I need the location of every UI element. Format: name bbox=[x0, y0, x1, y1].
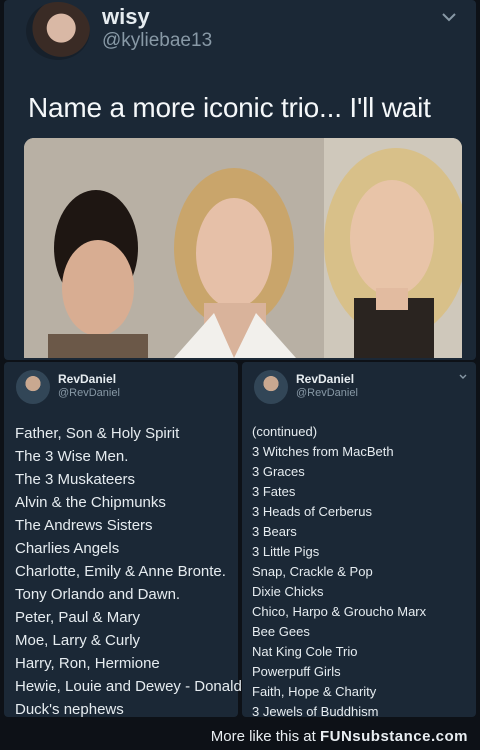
list-item: Bee Gees bbox=[252, 624, 310, 639]
watermark-brand: FUNsubstance.com bbox=[319, 728, 468, 745]
list-item: Alvin & the Chipmunks bbox=[15, 494, 166, 511]
reply-card-right: RevDaniel @RevDaniel (continued) 3 Witch… bbox=[242, 362, 476, 719]
list-item: Peter, Paul & Mary bbox=[15, 609, 141, 626]
list-item: Powerpuff Girls bbox=[252, 664, 341, 679]
chevron-down-icon[interactable] bbox=[458, 372, 468, 385]
tweet-text: Name a more iconic trio... I'll wait bbox=[28, 92, 431, 123]
list-item: Harry, Ron, Hermione bbox=[15, 655, 160, 672]
watermark-prefix: More like this at bbox=[210, 728, 320, 745]
list-item: The Andrews Sisters bbox=[15, 517, 153, 534]
display-name[interactable]: RevDaniel bbox=[58, 372, 116, 386]
list-item: The 3 Wise Men. bbox=[15, 448, 129, 465]
display-name[interactable]: RevDaniel bbox=[296, 372, 354, 386]
list-item: Hewie, Louie and Dewey - Donald bbox=[15, 678, 242, 695]
list-item: 3 Heads of Cerberus bbox=[252, 504, 372, 519]
list-item: Tony Orlando and Dawn. bbox=[15, 586, 181, 603]
list-item: The 3 Muskateers bbox=[15, 471, 136, 488]
watermark-text[interactable]: More like this at FUNsubstance.com bbox=[211, 728, 468, 745]
list-item: Moe, Larry & Curly bbox=[15, 632, 141, 649]
list-item: Nat King Cole Trio bbox=[252, 644, 358, 659]
list-item: Father, Son & Holy Spirit bbox=[15, 425, 180, 442]
avatar[interactable] bbox=[16, 370, 50, 404]
list-item: Snap, Crackle & Pop bbox=[252, 564, 373, 579]
display-name[interactable]: wisy bbox=[102, 4, 150, 30]
avatar[interactable] bbox=[26, 2, 90, 60]
list-item: 3 Bears bbox=[252, 524, 297, 539]
list-item: Chico, Harpo & Groucho Marx bbox=[252, 604, 427, 619]
main-tweet: wisy @kyliebae13 Name a more iconic trio… bbox=[4, 0, 476, 360]
user-handle[interactable]: @kyliebae13 bbox=[102, 30, 212, 52]
user-handle[interactable]: @RevDaniel bbox=[58, 387, 120, 399]
list-item: 3 Jewels of Buddhism bbox=[252, 704, 379, 719]
user-handle[interactable]: @RevDaniel bbox=[296, 387, 358, 399]
list-item: 3 Graces bbox=[252, 464, 305, 479]
list-item: Duck's nephews bbox=[15, 701, 124, 718]
list-item: Dixie Chicks bbox=[252, 584, 324, 599]
list-item: (continued) bbox=[252, 424, 318, 439]
tweet-photo[interactable] bbox=[24, 138, 462, 358]
list-item: 3 Fates bbox=[252, 484, 296, 499]
list-item: 3 Witches from MacBeth bbox=[252, 444, 394, 459]
list-item: 3 Little Pigs bbox=[252, 544, 320, 559]
trio-list: Father, Son & Holy Spirit The 3 Wise Men… bbox=[15, 422, 242, 721]
reply-card-left: RevDaniel @RevDaniel Father, Son & Holy … bbox=[4, 362, 242, 718]
list-item: Charlies Angels bbox=[15, 540, 120, 557]
chevron-down-icon[interactable] bbox=[438, 6, 460, 28]
avatar[interactable] bbox=[254, 370, 288, 404]
watermark-footer: More like this at FUNsubstance.com bbox=[0, 724, 480, 750]
list-item: Faith, Hope & Charity bbox=[252, 684, 377, 699]
trio-list-continued: (continued) 3 Witches from MacBeth 3 Gra… bbox=[252, 422, 426, 722]
list-item: Charlotte, Emily & Anne Bronte. bbox=[15, 563, 226, 580]
